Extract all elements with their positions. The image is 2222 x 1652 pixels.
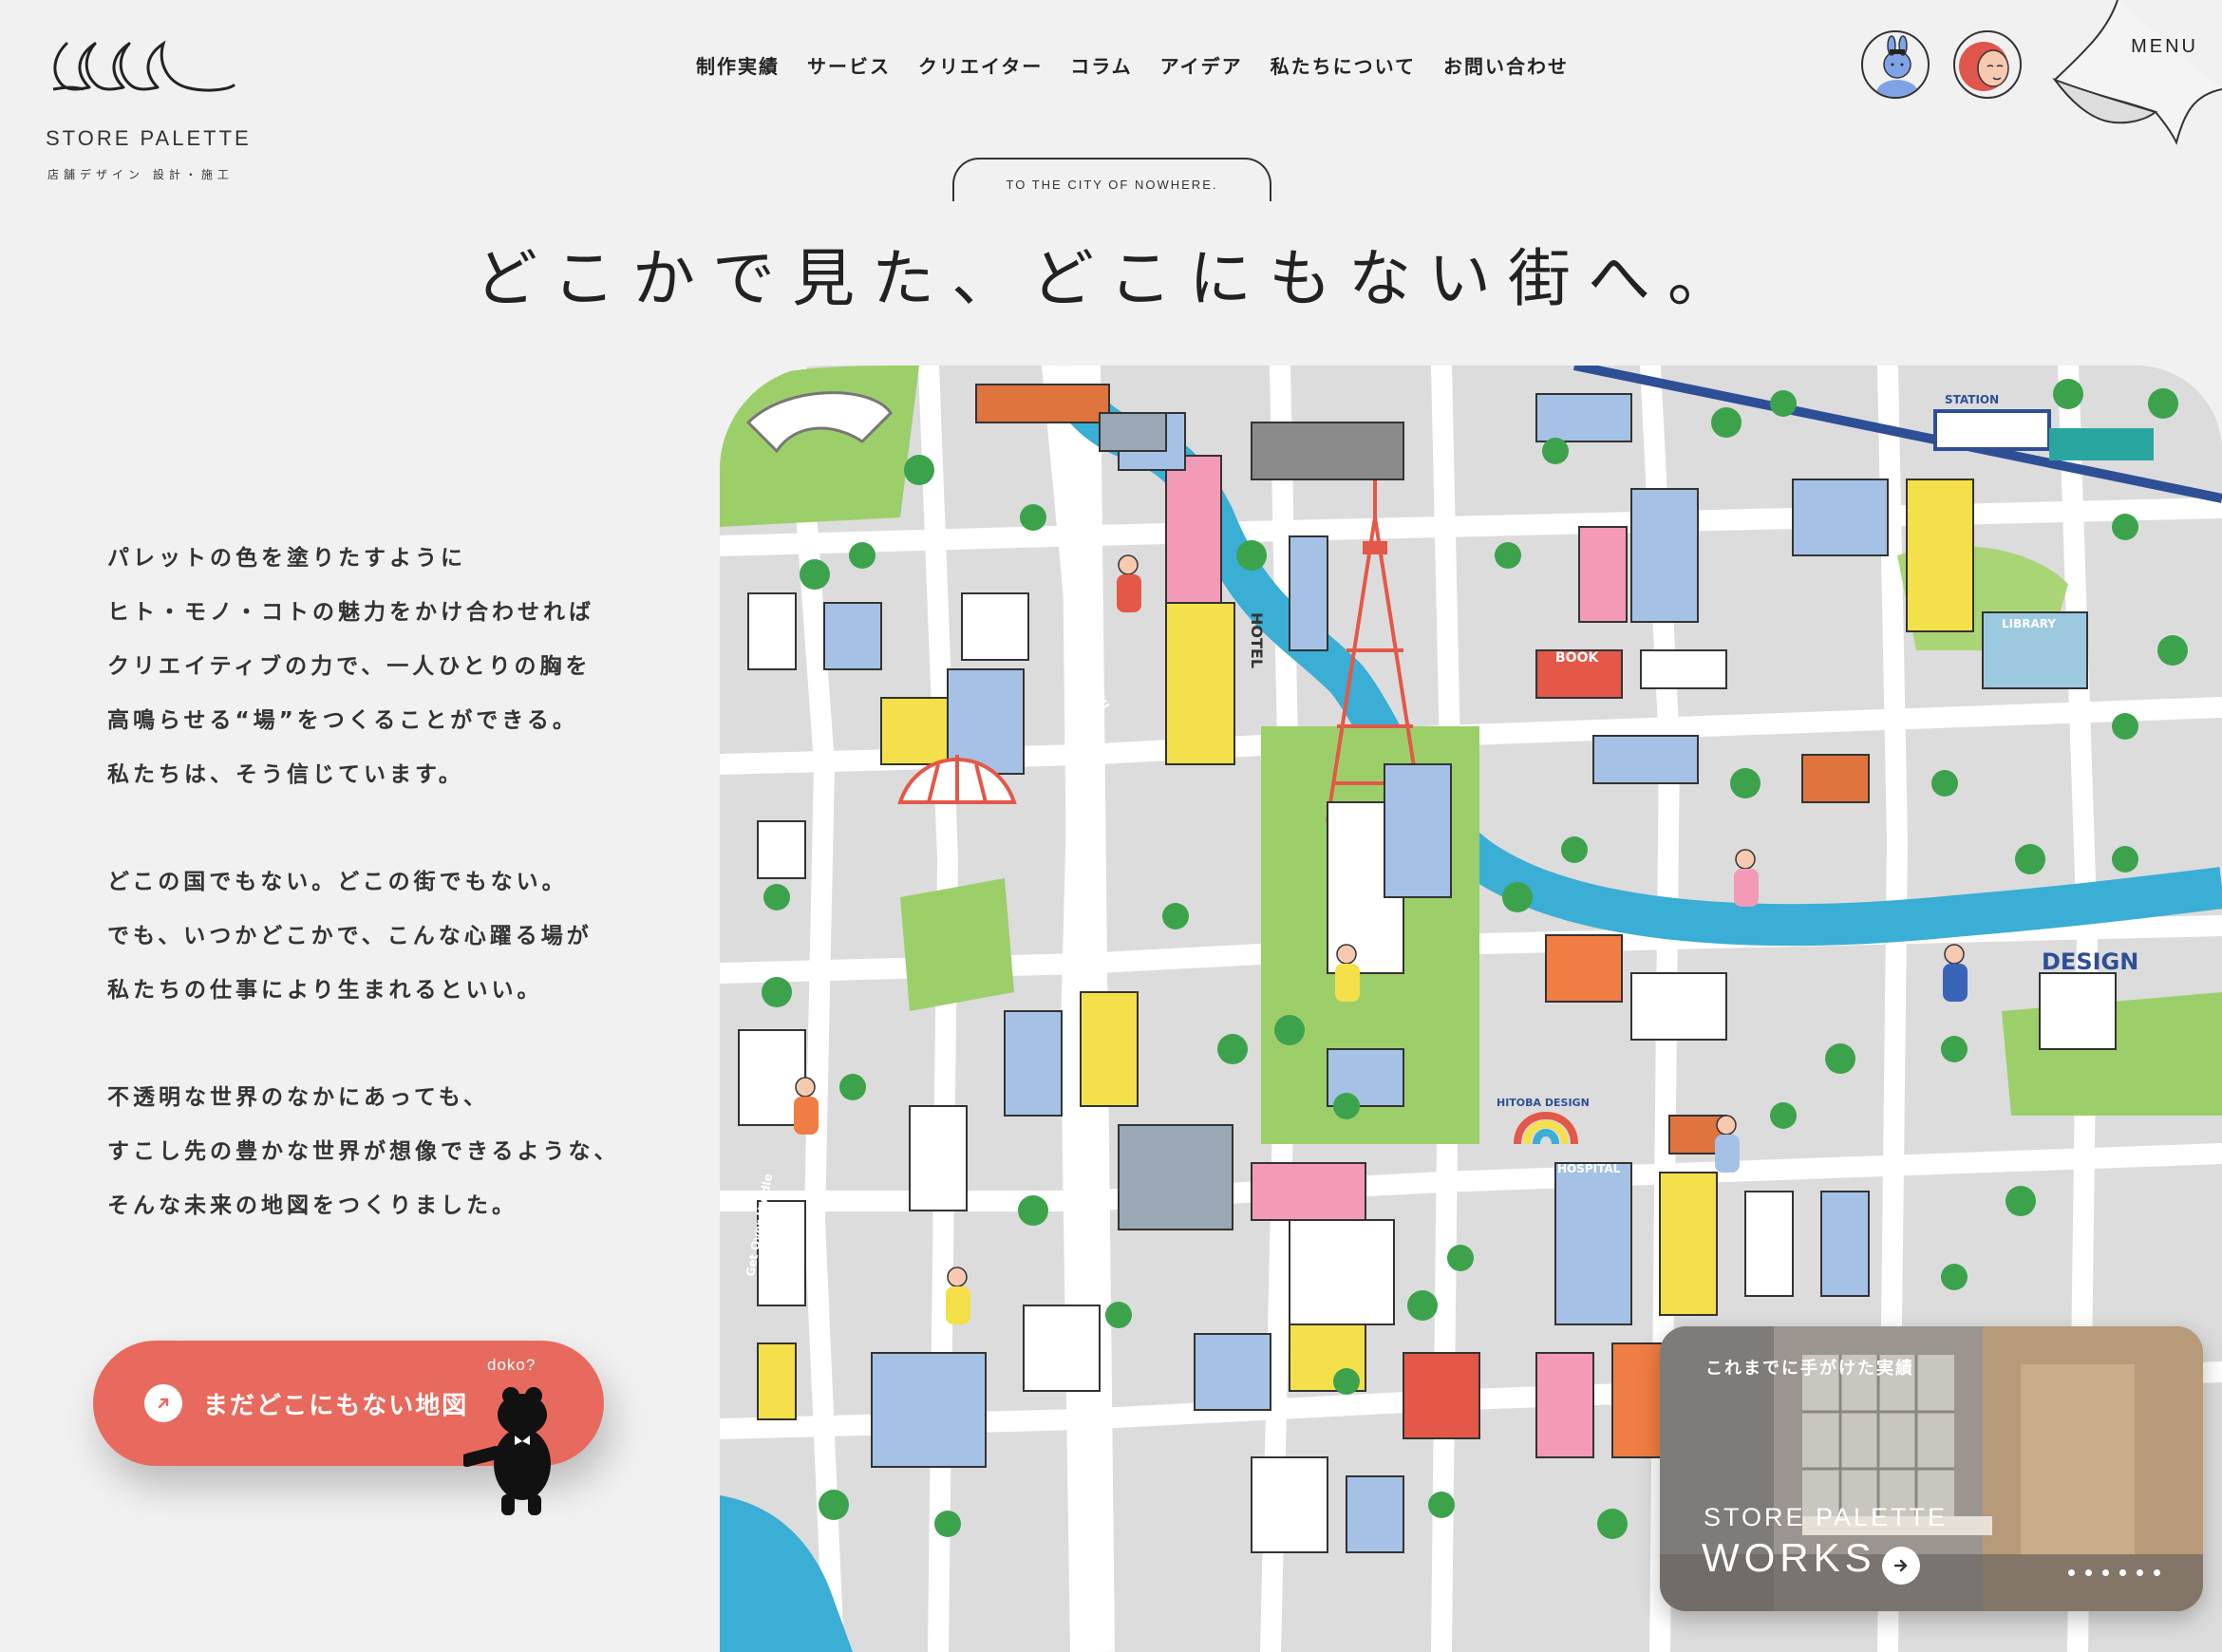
map-label-hospital: HOSPITAL bbox=[1557, 1162, 1621, 1175]
pagination-dot[interactable] bbox=[2068, 1569, 2075, 1576]
menu-label: MENU bbox=[2131, 36, 2198, 57]
brand-name: STORE PALETTE bbox=[46, 126, 252, 150]
cta-bubble-text: doko? bbox=[487, 1356, 537, 1374]
bear-character-icon bbox=[463, 1387, 551, 1515]
nav-contact[interactable]: お問い合わせ bbox=[1443, 51, 1569, 79]
copy-line: そんな未来の地図をつくりました。 bbox=[107, 1193, 518, 1218]
copy-line: 不透明な世界のなかにあっても、 bbox=[107, 1085, 490, 1110]
menu-paper-icon bbox=[2052, 0, 2222, 145]
character-avatar-red[interactable] bbox=[1953, 30, 2022, 99]
copy-line: どこの国でもない。どこの街でもない。 bbox=[107, 870, 568, 894]
copy-line: 私たちは、そう信じています。 bbox=[107, 762, 464, 787]
copy-line: ヒト・モノ・コトの魅力をかけ合わせれば bbox=[107, 600, 594, 625]
global-nav: 制作実績 サービス クリエイター コラム アイデア 私たちについて お問い合わせ bbox=[696, 51, 1569, 79]
map-label-hitoba: HITOBA DESIGN bbox=[1497, 1097, 1590, 1109]
cta-label: まだどこにもない地図 bbox=[203, 1391, 469, 1420]
works-card[interactable]: これまでに手がけた実績 STORE PALETTE WORKS bbox=[1660, 1326, 2203, 1611]
copy-line: すこし先の豊かな世界が想像できるような、 bbox=[107, 1139, 620, 1164]
copy-paragraph: パレットの色を塗りたすように ヒト・モノ・コトの魅力をかけ合わせれば クリエイテ… bbox=[107, 532, 658, 802]
hero-title: どこかで見た、どこにもない街へ。 bbox=[474, 242, 1748, 315]
map-label-design: DESIGN bbox=[2042, 948, 2138, 975]
woman-character-icon bbox=[1959, 42, 2009, 91]
character-avatar-blue[interactable] bbox=[1861, 30, 1930, 99]
map-label-hotel: HOTEL bbox=[1248, 612, 1266, 668]
pagination-dot[interactable] bbox=[2154, 1569, 2160, 1576]
intro-copy: パレットの色を塗りたすように ヒト・モノ・コトの魅力をかけ合わせれば クリエイテ… bbox=[107, 532, 658, 1286]
pagination-dot[interactable] bbox=[2085, 1569, 2092, 1576]
brand-subtitle: 店舗デザイン 設計・施工 bbox=[47, 168, 234, 181]
pagination-dot[interactable] bbox=[2102, 1569, 2109, 1576]
works-subtitle: これまでに手がけた実績 bbox=[1705, 1359, 1914, 1379]
copy-line: でも、いつかどこかで、こんな心躍る場が bbox=[107, 924, 593, 948]
menu-button[interactable]: MENU bbox=[2051, 0, 2222, 152]
copy-line: 高鳴らせる“場”をつくることができる。 bbox=[107, 708, 578, 733]
nav-idea[interactable]: アイデア bbox=[1160, 51, 1243, 79]
works-brand: STORE PALETTE bbox=[1704, 1503, 1949, 1531]
works-title: WORKS bbox=[1702, 1535, 1876, 1580]
rabbit-character-icon bbox=[1876, 35, 1918, 97]
arrow-up-right-icon bbox=[144, 1384, 182, 1422]
nav-service[interactable]: サービス bbox=[807, 51, 891, 79]
hero-tagline: TO THE CITY OF NOWHERE. bbox=[952, 158, 1271, 201]
map-label-book: BOOK bbox=[1555, 650, 1599, 666]
nav-creator[interactable]: クリエイター bbox=[918, 51, 1043, 79]
copy-paragraph: 不透明な世界のなかにあっても、 すこし先の豊かな世界が想像できるような、 そんな… bbox=[107, 1071, 658, 1233]
arrow-right-icon[interactable] bbox=[1882, 1547, 1920, 1585]
nav-about[interactable]: 私たちについて bbox=[1271, 51, 1416, 79]
logo-mark-icon bbox=[52, 40, 235, 92]
copy-line: クリエイティブの力で、一人ひとりの胸を bbox=[107, 654, 592, 679]
copy-paragraph: どこの国でもない。どこの街でもない。 でも、いつかどこかで、こんな心躍る場が 私… bbox=[107, 855, 658, 1018]
nav-column[interactable]: コラム bbox=[1070, 51, 1132, 79]
pagination-dot[interactable] bbox=[2119, 1569, 2126, 1576]
works-pagination[interactable] bbox=[2068, 1569, 2160, 1576]
pagination-dot[interactable] bbox=[2137, 1569, 2143, 1576]
copy-line: 私たちの仕事により生まれるといい。 bbox=[107, 978, 543, 1003]
map-label-library: LIBRARY bbox=[2002, 617, 2056, 630]
nav-works[interactable]: 制作実績 bbox=[696, 51, 780, 79]
map-label-station: STATION bbox=[1945, 393, 1999, 406]
copy-line: パレットの色を塗りたすように bbox=[107, 546, 466, 571]
site-logo[interactable] bbox=[46, 34, 235, 101]
